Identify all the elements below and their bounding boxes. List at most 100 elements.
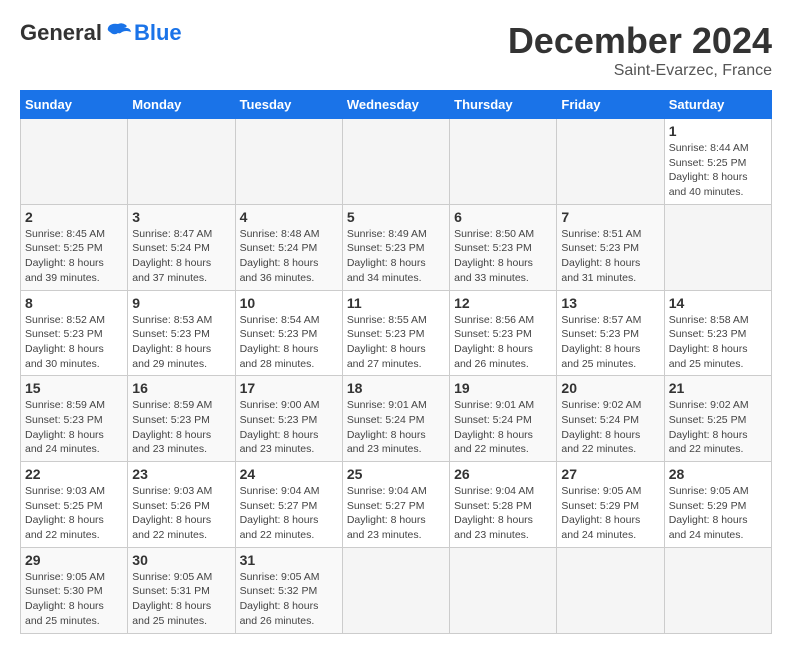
day-cell: 5Sunrise: 8:49 AMSunset: 5:23 PMDaylight…: [342, 204, 449, 290]
day-number: 12: [454, 295, 552, 311]
day-number: 11: [347, 295, 445, 311]
day-info: Sunrise: 8:44 AMSunset: 5:25 PMDaylight:…: [669, 141, 767, 200]
day-number: 18: [347, 380, 445, 396]
day-info: Sunrise: 8:56 AMSunset: 5:23 PMDaylight:…: [454, 313, 552, 372]
day-cell: 30 Sunrise: 9:05 AMSunset: 5:31 PMDayligh…: [128, 547, 235, 633]
day-cell: 25Sunrise: 9:04 AMSunset: 5:27 PMDayligh…: [342, 462, 449, 548]
logo-blue: Blue: [134, 20, 182, 46]
day-number: 4: [240, 209, 338, 225]
day-number: 17: [240, 380, 338, 396]
day-info: Sunrise: 9:05 AMSunset: 5:29 PMDaylight:…: [669, 484, 767, 543]
day-number: 19: [454, 380, 552, 396]
day-cell: 3 Sunrise: 8:47 AMSunset: 5:24 PMDaylight…: [128, 204, 235, 290]
day-info: Sunrise: 8:50 AMSunset: 5:23 PMDaylight:…: [454, 227, 552, 286]
day-info: Sunrise: 8:45 AMSunset: 5:25 PMDaylight:…: [25, 227, 123, 286]
day-cell: 19 Sunrise: 9:01 AMSunset: 5:24 PMDayligh…: [450, 376, 557, 462]
day-number: 15: [25, 380, 123, 396]
day-info: Sunrise: 8:54 AMSunset: 5:23 PMDaylight:…: [240, 313, 338, 372]
month-title: December 2024: [508, 20, 772, 62]
day-cell: 11 Sunrise: 8:55 AMSunset: 5:23 PMDayligh…: [342, 290, 449, 376]
day-cell: 16 Sunrise: 8:59 AMSunset: 5:23 PMDayligh…: [128, 376, 235, 462]
day-cell: 1 Sunrise: 8:44 AMSunset: 5:25 PMDaylight…: [664, 119, 771, 205]
day-info: Sunrise: 8:57 AMSunset: 5:23 PMDaylight:…: [561, 313, 659, 372]
calendar-header-row: SundayMondayTuesdayWednesdayThursdayFrid…: [21, 91, 772, 119]
empty-day-cell: [450, 547, 557, 633]
day-of-week-header: Friday: [557, 91, 664, 119]
day-cell: 7 Sunrise: 8:51 AMSunset: 5:23 PMDaylight…: [557, 204, 664, 290]
day-number: 23: [132, 466, 230, 482]
day-cell: 28 Sunrise: 9:05 AMSunset: 5:29 PMDayligh…: [664, 462, 771, 548]
day-of-week-header: Tuesday: [235, 91, 342, 119]
day-cell: 17 Sunrise: 9:00 AMSunset: 5:23 PMDayligh…: [235, 376, 342, 462]
calendar-week-row: 22 Sunrise: 9:03 AMSunset: 5:25 PMDayligh…: [21, 462, 772, 548]
day-number: 6: [454, 209, 552, 225]
day-number: 30: [132, 552, 230, 568]
day-cell: 29Sunrise: 9:05 AMSunset: 5:30 PMDayligh…: [21, 547, 128, 633]
day-cell: 12 Sunrise: 8:56 AMSunset: 5:23 PMDayligh…: [450, 290, 557, 376]
day-cell: 13 Sunrise: 8:57 AMSunset: 5:23 PMDayligh…: [557, 290, 664, 376]
day-number: 25: [347, 466, 445, 482]
logo: General Blue: [20, 20, 182, 46]
empty-day-cell: [342, 119, 449, 205]
day-cell: 24 Sunrise: 9:04 AMSunset: 5:27 PMDayligh…: [235, 462, 342, 548]
day-number: 2: [25, 209, 123, 225]
day-number: 3: [132, 209, 230, 225]
day-number: 29: [25, 552, 123, 568]
day-cell: 31 Sunrise: 9:05 AMSunset: 5:32 PMDayligh…: [235, 547, 342, 633]
logo-bird-icon: [104, 22, 132, 44]
empty-day-cell: [342, 547, 449, 633]
day-info: Sunrise: 9:01 AMSunset: 5:24 PMDaylight:…: [347, 398, 445, 457]
day-info: Sunrise: 9:02 AMSunset: 5:24 PMDaylight:…: [561, 398, 659, 457]
calendar-week-row: 2 Sunrise: 8:45 AMSunset: 5:25 PMDaylight…: [21, 204, 772, 290]
calendar-week-row: 1 Sunrise: 8:44 AMSunset: 5:25 PMDaylight…: [21, 119, 772, 205]
day-info: Sunrise: 8:48 AMSunset: 5:24 PMDaylight:…: [240, 227, 338, 286]
day-number: 22: [25, 466, 123, 482]
day-info: Sunrise: 8:58 AMSunset: 5:23 PMDaylight:…: [669, 313, 767, 372]
day-number: 7: [561, 209, 659, 225]
day-number: 31: [240, 552, 338, 568]
day-cell: 14 Sunrise: 8:58 AMSunset: 5:23 PMDayligh…: [664, 290, 771, 376]
day-info: Sunrise: 9:00 AMSunset: 5:23 PMDaylight:…: [240, 398, 338, 457]
day-number: 27: [561, 466, 659, 482]
day-info: Sunrise: 9:03 AMSunset: 5:25 PMDaylight:…: [25, 484, 123, 543]
day-cell: 22 Sunrise: 9:03 AMSunset: 5:25 PMDayligh…: [21, 462, 128, 548]
day-cell: 15 Sunrise: 8:59 AMSunset: 5:23 PMDayligh…: [21, 376, 128, 462]
day-info: Sunrise: 8:47 AMSunset: 5:24 PMDaylight:…: [132, 227, 230, 286]
calendar-week-row: 8Sunrise: 8:52 AMSunset: 5:23 PMDaylight…: [21, 290, 772, 376]
empty-day-cell: [557, 547, 664, 633]
day-of-week-header: Monday: [128, 91, 235, 119]
day-cell: 6 Sunrise: 8:50 AMSunset: 5:23 PMDaylight…: [450, 204, 557, 290]
empty-day-cell: [21, 119, 128, 205]
day-number: 24: [240, 466, 338, 482]
day-info: Sunrise: 9:05 AMSunset: 5:31 PMDaylight:…: [132, 570, 230, 629]
day-info: Sunrise: 8:59 AMSunset: 5:23 PMDaylight:…: [25, 398, 123, 457]
day-info: Sunrise: 9:02 AMSunset: 5:25 PMDaylight:…: [669, 398, 767, 457]
day-info: Sunrise: 9:01 AMSunset: 5:24 PMDaylight:…: [454, 398, 552, 457]
day-info: Sunrise: 8:59 AMSunset: 5:23 PMDaylight:…: [132, 398, 230, 457]
day-number: 5: [347, 209, 445, 225]
day-info: Sunrise: 8:51 AMSunset: 5:23 PMDaylight:…: [561, 227, 659, 286]
day-number: 26: [454, 466, 552, 482]
day-info: Sunrise: 9:05 AMSunset: 5:32 PMDaylight:…: [240, 570, 338, 629]
day-number: 28: [669, 466, 767, 482]
day-cell: 10Sunrise: 8:54 AMSunset: 5:23 PMDayligh…: [235, 290, 342, 376]
day-number: 16: [132, 380, 230, 396]
day-cell: 8Sunrise: 8:52 AMSunset: 5:23 PMDaylight…: [21, 290, 128, 376]
day-of-week-header: Sunday: [21, 91, 128, 119]
calendar-week-row: 29Sunrise: 9:05 AMSunset: 5:30 PMDayligh…: [21, 547, 772, 633]
day-info: Sunrise: 9:05 AMSunset: 5:29 PMDaylight:…: [561, 484, 659, 543]
day-number: 14: [669, 295, 767, 311]
day-info: Sunrise: 8:52 AMSunset: 5:23 PMDaylight:…: [25, 313, 123, 372]
day-number: 1: [669, 123, 767, 139]
logo-general: General: [20, 20, 102, 46]
location: Saint-Evarzec, France: [508, 62, 772, 80]
day-info: Sunrise: 9:04 AMSunset: 5:28 PMDaylight:…: [454, 484, 552, 543]
empty-day-cell: [450, 119, 557, 205]
day-info: Sunrise: 9:04 AMSunset: 5:27 PMDaylight:…: [240, 484, 338, 543]
calendar-week-row: 15 Sunrise: 8:59 AMSunset: 5:23 PMDayligh…: [21, 376, 772, 462]
day-number: 13: [561, 295, 659, 311]
day-of-week-header: Saturday: [664, 91, 771, 119]
day-info: Sunrise: 8:55 AMSunset: 5:23 PMDaylight:…: [347, 313, 445, 372]
day-of-week-header: Wednesday: [342, 91, 449, 119]
day-number: 9: [132, 295, 230, 311]
